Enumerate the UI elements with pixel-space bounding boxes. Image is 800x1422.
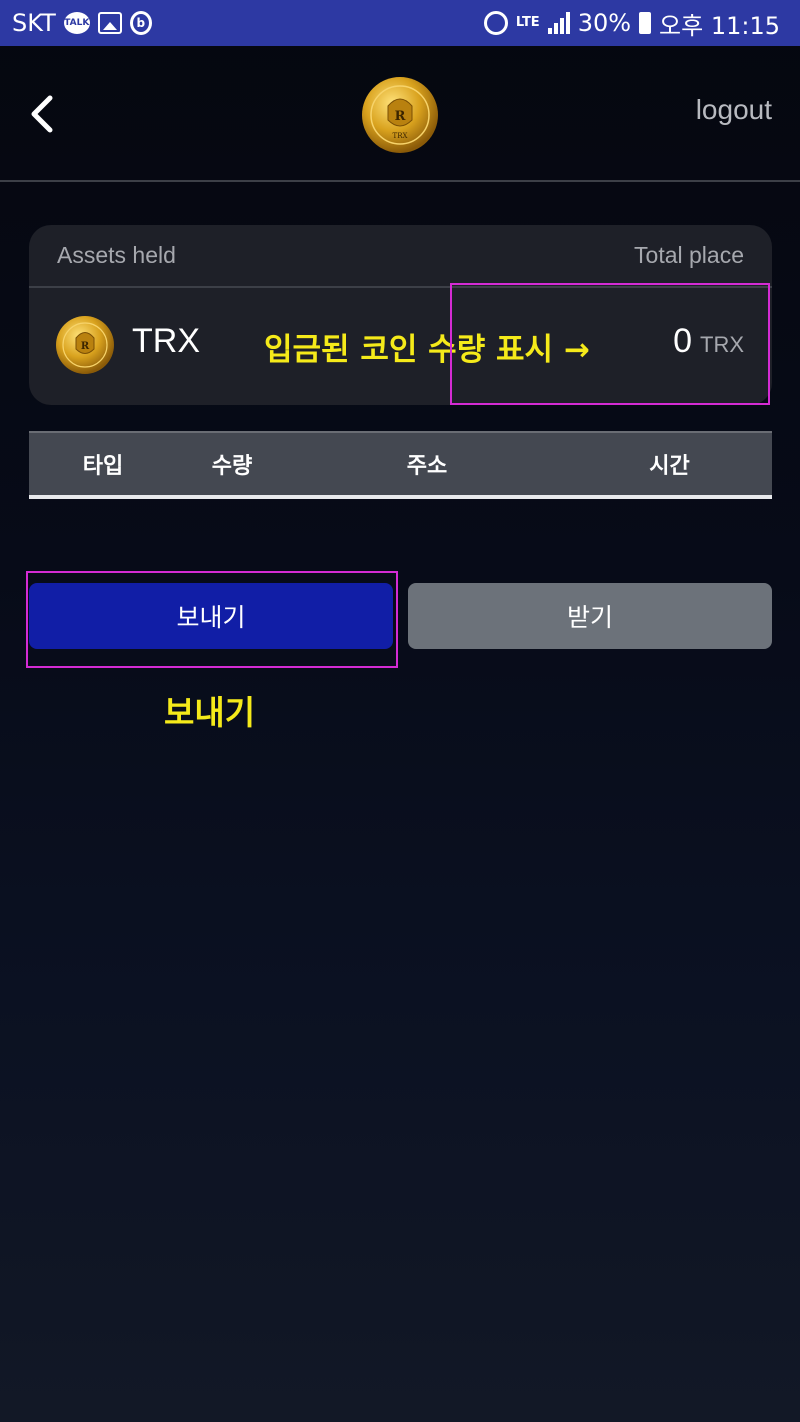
amount-highlight-box [450,283,770,405]
col-amount: 수량 [211,454,253,479]
clock: 오후 11:15 [659,11,780,40]
gallery-icon [97,12,122,34]
col-time: 시간 [649,454,690,479]
status-right: LTE 30% 오후 11:15 [483,6,780,41]
chevron-left-icon [31,95,53,133]
brand-logo: R TRX [361,76,439,154]
coin-name: TRX [132,322,200,360]
receive-button[interactable]: 받기 [408,583,772,649]
assets-held-label: Assets held [57,242,176,268]
status-left: SKT TALK b [12,9,152,37]
battery-icon [639,12,652,34]
total-place-label: Total place [634,242,744,268]
col-address: 주소 [406,454,448,479]
asset-card-header: Assets held Total place [29,225,772,288]
back-button[interactable] [22,92,62,136]
b-app-icon: b [129,11,152,35]
signal-icon [547,12,570,34]
battery-percent: 30% [577,9,632,37]
send-annotation: 보내기 [164,693,256,732]
send-highlight-box [26,571,398,668]
logo-sub: TRX [393,132,408,140]
logout-link[interactable]: logout [696,94,772,126]
coin-logo-letter: R [81,341,90,352]
alarm-icon [483,11,508,35]
kakaotalk-icon: TALK [63,12,90,34]
app-header: R TRX logout [0,46,800,182]
col-type: 타입 [82,454,124,479]
lte-icon: LTE [515,15,540,30]
transaction-table-header: 타입 수량 주소 시간 [29,431,772,499]
carrier-label: SKT [12,9,56,37]
trx-coin-icon: R [55,315,115,375]
logo-letter: R [395,109,406,124]
status-bar: SKT TALK b LTE 30% 오후 11:15 [0,0,800,46]
